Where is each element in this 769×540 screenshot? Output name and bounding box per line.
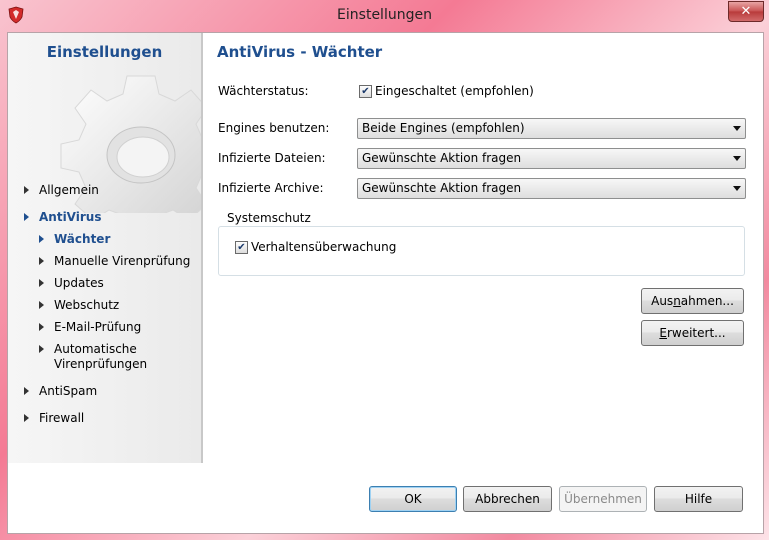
triangle-right-icon [39,345,44,353]
guard-status-checkbox-label[interactable]: Eingeschaltet (empfohlen) [375,84,534,98]
client-area: Einstellungen Allgemein AntiVirus Wächte… [7,32,764,534]
ok-button[interactable]: OK [369,486,457,512]
exceptions-button[interactable]: Ausnahmen... [641,288,744,314]
exceptions-button-text: ahmen... [680,294,734,308]
advanced-button-text: rweitert... [666,326,726,340]
guard-status-label: Wächterstatus: [218,84,309,98]
main-panel: AntiVirus - Wächter Wächterstatus: ✔ Ein… [204,33,763,463]
triangle-right-icon [39,235,44,243]
advanced-button-mnemonic: E [659,326,667,340]
infected-files-label: Infizierte Dateien: [218,151,326,165]
title-bar[interactable]: Einstellungen ✕ [0,0,769,32]
sidebar-item-label: AntiVirus [39,210,102,224]
sidebar-item-label: Manuelle Virenprüfung [54,254,191,268]
infected-archives-select[interactable]: Gewünschte Aktion fragen [357,178,746,199]
settings-window: Einstellungen ✕ Einstellungen Allgemein … [0,0,769,540]
triangle-right-icon [39,257,44,265]
engines-select[interactable]: Beide Engines (empfohlen) [357,118,746,139]
sidebar-item-label: Updates [54,276,104,290]
infected-files-select-value: Gewünschte Aktion fragen [362,151,522,165]
triangle-right-icon [24,186,29,194]
sidebar-item-label: Wächter [54,232,111,246]
guard-status-checkbox[interactable]: ✔ [359,85,372,98]
sidebar-item-label: Virenprüfungen [54,357,148,371]
checkmark-icon: ✔ [237,242,246,253]
sidebar-item-label: E-Mail-Prüfung [54,320,142,334]
sidebar-item-label: Webschutz [54,298,120,312]
cancel-button[interactable]: Abbrechen [463,486,552,512]
help-button[interactable]: Hilfe [654,486,743,512]
engines-select-value: Beide Engines (empfohlen) [362,121,525,135]
exceptions-button-text: Aus [651,294,674,308]
sidebar-item-label: Automatische [54,342,137,356]
sidebar: Einstellungen Allgemein AntiVirus Wächte… [8,33,203,463]
triangle-right-icon [39,279,44,287]
sidebar-item-label: Firewall [39,411,85,425]
dropdown-arrow-icon [733,126,741,131]
checkmark-icon: ✔ [361,86,370,97]
apply-button[interactable]: Übernehmen [559,486,647,512]
sidebar-item-label: Allgemein [39,183,99,197]
triangle-right-icon [39,301,44,309]
engines-label: Engines benutzen: [218,121,330,135]
infected-archives-select-value: Gewünschte Aktion fragen [362,181,522,195]
advanced-button[interactable]: Erweitert... [641,320,744,346]
exceptions-button-mnemonic: n [673,294,681,308]
behavior-monitoring-label[interactable]: Verhaltensüberwachung [251,240,396,254]
page-title: AntiVirus - Wächter [217,43,383,61]
triangle-right-icon [24,387,29,395]
behavior-monitoring-checkbox[interactable]: ✔ [235,241,248,254]
triangle-right-icon [24,213,29,221]
infected-archives-label: Infizierte Archive: [218,181,324,195]
sidebar-title: Einstellungen [46,43,163,61]
close-icon: ✕ [740,4,752,19]
sidebar-item-label: AntiSpam [39,384,98,398]
infected-files-select[interactable]: Gewünschte Aktion fragen [357,148,746,169]
window-title: Einstellungen [337,7,432,23]
dropdown-arrow-icon [733,186,741,191]
triangle-right-icon [39,323,44,331]
system-protection-legend: Systemschutz [224,211,314,225]
close-button[interactable]: ✕ [728,1,764,22]
dropdown-arrow-icon [733,156,741,161]
triangle-right-icon [24,414,29,422]
